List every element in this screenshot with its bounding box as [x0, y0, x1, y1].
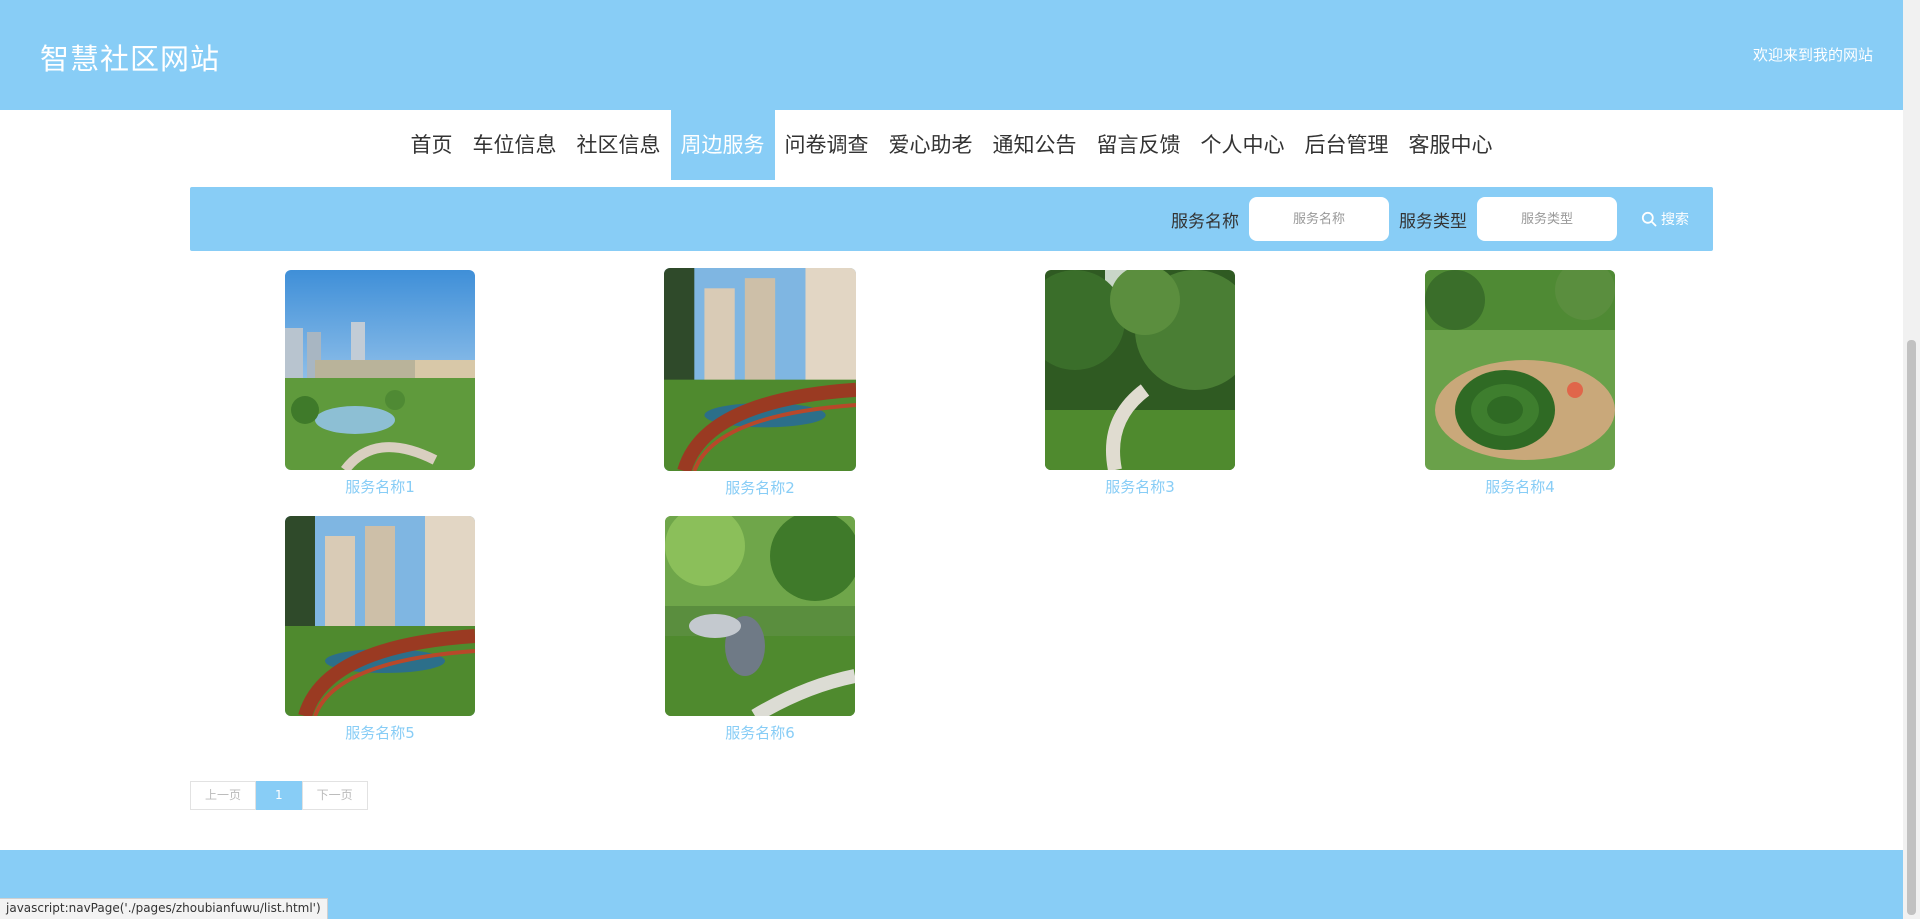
service-type-input[interactable]	[1477, 197, 1617, 241]
service-image[interactable]	[285, 516, 475, 716]
service-title[interactable]: 服务名称3	[1105, 476, 1175, 497]
nav-item-profile[interactable]: 个人中心	[1191, 110, 1295, 180]
service-card[interactable]: 服务名称5	[190, 516, 570, 743]
service-title[interactable]: 服务名称4	[1485, 476, 1555, 497]
search-button[interactable]: 搜索	[1641, 209, 1689, 229]
service-title[interactable]: 服务名称2	[725, 477, 795, 498]
service-title[interactable]: 服务名称6	[725, 722, 795, 743]
service-grid: 服务名称1 服务名称2 服务名称3 服务名称4 服务名称5 服务名称6	[190, 268, 1713, 743]
nav-item-home[interactable]: 首页	[401, 110, 463, 180]
nav-item-nearby-services[interactable]: 周边服务	[670, 110, 775, 180]
service-image[interactable]	[665, 516, 855, 716]
service-title[interactable]: 服务名称1	[345, 476, 415, 497]
next-page-button[interactable]: 下一页	[301, 781, 368, 810]
site-title: 智慧社区网站	[40, 42, 221, 76]
prev-page-button[interactable]: 上一页	[190, 781, 257, 810]
service-card[interactable]: 服务名称1	[190, 270, 570, 498]
status-url: javascript:navPage('./pages/zhoubianfuwu…	[0, 898, 328, 919]
service-type-label: 服务类型	[1399, 211, 1467, 232]
nav-item-survey[interactable]: 问卷调查	[775, 110, 879, 180]
nav-item-community[interactable]: 社区信息	[567, 110, 671, 180]
search-icon	[1641, 211, 1657, 227]
service-card[interactable]: 服务名称4	[1330, 270, 1710, 498]
search-button-label: 搜索	[1661, 212, 1689, 228]
service-title[interactable]: 服务名称5	[345, 722, 415, 743]
service-card[interactable]: 服务名称6	[570, 516, 950, 743]
main-nav: 首页 车位信息 社区信息 周边服务 问卷调查 爱心助老 通知公告 留言反馈 个人…	[0, 110, 1903, 182]
current-page-button[interactable]: 1	[256, 781, 302, 810]
welcome-text: 欢迎来到我的网站	[1752, 46, 1873, 64]
nav-item-notices[interactable]: 通知公告	[983, 110, 1087, 180]
scrollbar-thumb[interactable]	[1907, 340, 1916, 915]
nav-item-elderly-care[interactable]: 爱心助老	[879, 110, 983, 180]
service-image[interactable]	[285, 270, 475, 470]
service-card[interactable]: 服务名称3	[950, 270, 1330, 498]
service-image[interactable]	[664, 268, 856, 471]
service-name-input[interactable]	[1249, 197, 1389, 241]
pagination: 上一页 1 下一页	[190, 781, 368, 810]
nav-item-admin[interactable]: 后台管理	[1295, 110, 1399, 180]
header: 智慧社区网站 欢迎来到我的网站	[0, 0, 1903, 110]
scrollbar[interactable]	[1903, 0, 1920, 919]
service-name-label: 服务名称	[1171, 211, 1239, 232]
nav-item-parking[interactable]: 车位信息	[463, 110, 567, 180]
search-bar: 服务名称 服务类型 搜索	[190, 187, 1713, 251]
service-card[interactable]: 服务名称2	[570, 268, 950, 498]
page: 智慧社区网站 欢迎来到我的网站 首页 车位信息 社区信息 周边服务 问卷调查 爱…	[0, 0, 1920, 919]
service-image[interactable]	[1425, 270, 1615, 470]
service-image[interactable]	[1045, 270, 1235, 470]
nav-item-customer-service[interactable]: 客服中心	[1399, 110, 1503, 180]
nav-item-feedback[interactable]: 留言反馈	[1087, 110, 1191, 180]
